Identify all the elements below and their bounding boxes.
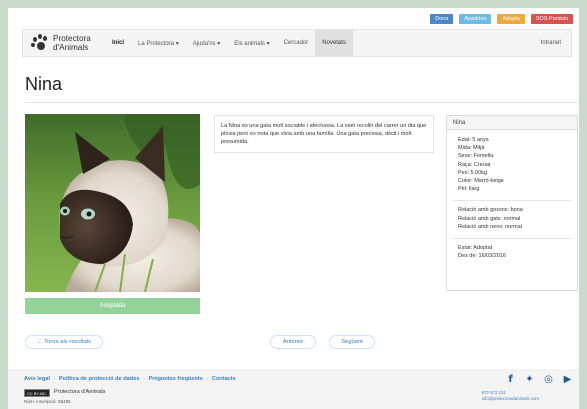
info-state: Estat: Adoptat xyxy=(458,245,493,252)
twitter-icon[interactable]: ✦ xyxy=(524,374,535,385)
sponsor-button[interactable]: Apadrina xyxy=(459,14,492,24)
relations-info: Relació amb gossos: bona Relació amb gat… xyxy=(458,206,566,236)
animal-photo xyxy=(25,114,200,292)
info-cats: Relació amb gats: normal xyxy=(458,215,521,222)
animal-info-panel: Nina Edat: 5 anys Mida: Mitjà Sexe: Feme… xyxy=(446,115,578,291)
footer-link-faq[interactable]: Preguntes freqüents xyxy=(148,376,202,382)
panel-title: Nina xyxy=(447,116,577,130)
nav-item-intranet[interactable]: Intranet xyxy=(541,40,571,46)
nav-item-help[interactable]: Ajuda'ns ▾ xyxy=(186,30,228,56)
page-title: Nina xyxy=(25,74,63,94)
footer-org-name: Protectora d'Animals xyxy=(54,389,106,395)
top-action-buttons: Dona Apadrina Adopta SOS Perduts xyxy=(430,14,573,24)
adoption-status-bar: Adoptada xyxy=(25,298,200,314)
next-button[interactable]: Següent xyxy=(329,335,375,349)
back-to-results-button[interactable]: ← Torna als resultats xyxy=(25,335,103,349)
info-weight: Pes: 5.00kg xyxy=(458,169,488,176)
footer-separator: · xyxy=(53,376,56,382)
title-divider xyxy=(25,102,578,103)
logo-text: Protectora d'Animals xyxy=(53,34,91,52)
info-breed: Raça: Creuat xyxy=(458,161,491,168)
cc-license-badge[interactable]: CC BY-NC-SA xyxy=(24,389,50,404)
footer-link-privacy[interactable]: Política de protecció de dades xyxy=(59,376,140,382)
logo[interactable]: Protectora d'Animals xyxy=(23,34,105,52)
footer-contact: 972 572 121 info@protectoradanimals.com xyxy=(482,390,539,402)
nav-item-search[interactable]: Cercador xyxy=(277,30,316,56)
state-info: Estat: Adoptat Des de: 16/03/2016 xyxy=(458,244,566,265)
page: Dona Apadrina Adopta SOS Perduts Protect… xyxy=(8,8,579,409)
info-sex: Sexe: Femella xyxy=(458,153,494,160)
basic-info: Edat: 5 anys Mida: Mitjà Sexe: Femella R… xyxy=(458,136,566,198)
info-hair: Pèl: llarg xyxy=(458,186,480,193)
paw-icon xyxy=(31,34,49,52)
navbar: Protectora d'Animals Inici La Protectora… xyxy=(22,29,572,57)
social-links: f ✦ ◎ ▶ xyxy=(505,374,573,385)
footer: Avís legal · Política de protecció de da… xyxy=(8,369,579,409)
footer-email[interactable]: info@protectoradanimals.com xyxy=(482,396,539,402)
info-kids: Relació amb nens: normal xyxy=(458,223,522,230)
footer-registration: Núm. inscripció: 55485 xyxy=(24,399,71,404)
nav-menu: Inici La Protectora ▾ Ajuda'ns ▾ Els ani… xyxy=(105,30,353,56)
info-color: Color: Marró-beige xyxy=(458,178,504,185)
sos-lost-button[interactable]: SOS Perduts xyxy=(530,14,573,24)
adopt-button[interactable]: Adopta xyxy=(497,14,525,24)
footer-link-legal[interactable]: Avís legal xyxy=(24,376,50,382)
panel-divider xyxy=(453,200,571,202)
logo-line2: d'Animals xyxy=(53,43,89,52)
youtube-icon[interactable]: ▶ xyxy=(562,374,573,385)
nav-item-protectora[interactable]: La Protectora ▾ xyxy=(131,30,186,56)
instagram-icon[interactable]: ◎ xyxy=(543,374,554,385)
nav-item-home[interactable]: Inici xyxy=(105,30,131,56)
logo-line1: Protectora xyxy=(53,34,91,43)
nav-item-animals[interactable]: Els animals ▾ xyxy=(227,30,276,56)
donate-button[interactable]: Dona xyxy=(430,14,454,24)
animal-description: La Nina és una gata molt sociable i afec… xyxy=(214,115,434,153)
footer-separator: · xyxy=(143,376,145,382)
facebook-icon[interactable]: f xyxy=(505,374,516,385)
previous-button[interactable]: Anterior xyxy=(270,335,316,349)
footer-separator: · xyxy=(206,376,209,382)
info-dogs: Relació amb gossos: bona xyxy=(458,207,523,214)
footer-link-contact[interactable]: Contacte xyxy=(212,376,236,382)
info-size: Mida: Mitjà xyxy=(458,145,485,152)
nav-item-news[interactable]: Novetats xyxy=(315,30,353,56)
panel-divider xyxy=(453,238,571,240)
info-age: Edat: 5 anys xyxy=(458,137,489,143)
footer-links: Avís legal · Política de protecció de da… xyxy=(24,376,236,382)
info-since: Des de: 16/03/2016 xyxy=(458,253,507,260)
